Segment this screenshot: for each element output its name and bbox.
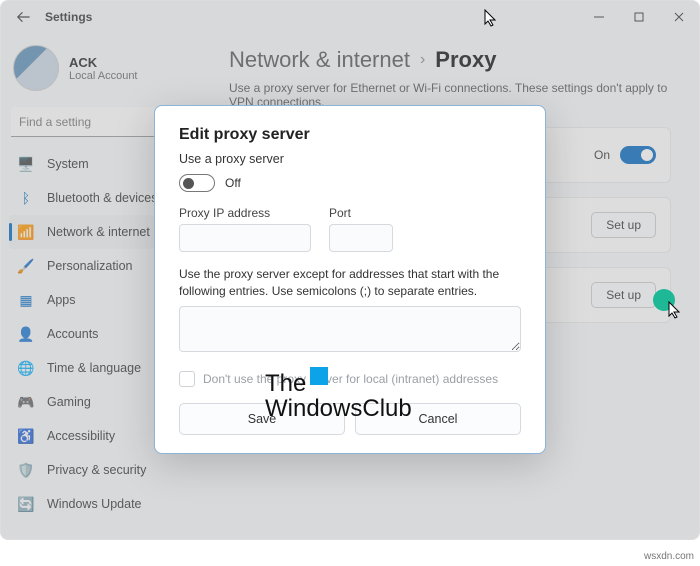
- save-button[interactable]: Save: [179, 403, 345, 435]
- cancel-button[interactable]: Cancel: [355, 403, 521, 435]
- ip-label: Proxy IP address: [179, 206, 311, 220]
- exception-note: Use the proxy server except for addresse…: [179, 266, 521, 300]
- port-label: Port: [329, 206, 393, 220]
- settings-window: Settings ACK Local Account 🖥️System ᛒBlu…: [0, 0, 700, 540]
- exception-input[interactable]: [179, 306, 521, 352]
- dialog-title: Edit proxy server: [179, 126, 521, 144]
- toggle-state-label: Off: [225, 176, 241, 190]
- proxy-port-input[interactable]: [329, 224, 393, 252]
- proxy-ip-input[interactable]: [179, 224, 311, 252]
- modal-overlay: Edit proxy server Use a proxy server Off…: [1, 1, 699, 539]
- use-proxy-label: Use a proxy server: [179, 152, 521, 166]
- edit-proxy-dialog: Edit proxy server Use a proxy server Off…: [154, 105, 546, 454]
- source-url: wsxdn.com: [644, 551, 694, 562]
- local-addresses-label: Don't use the proxy server for local (in…: [203, 372, 498, 386]
- use-proxy-toggle[interactable]: [179, 174, 215, 192]
- local-addresses-checkbox[interactable]: [179, 371, 195, 387]
